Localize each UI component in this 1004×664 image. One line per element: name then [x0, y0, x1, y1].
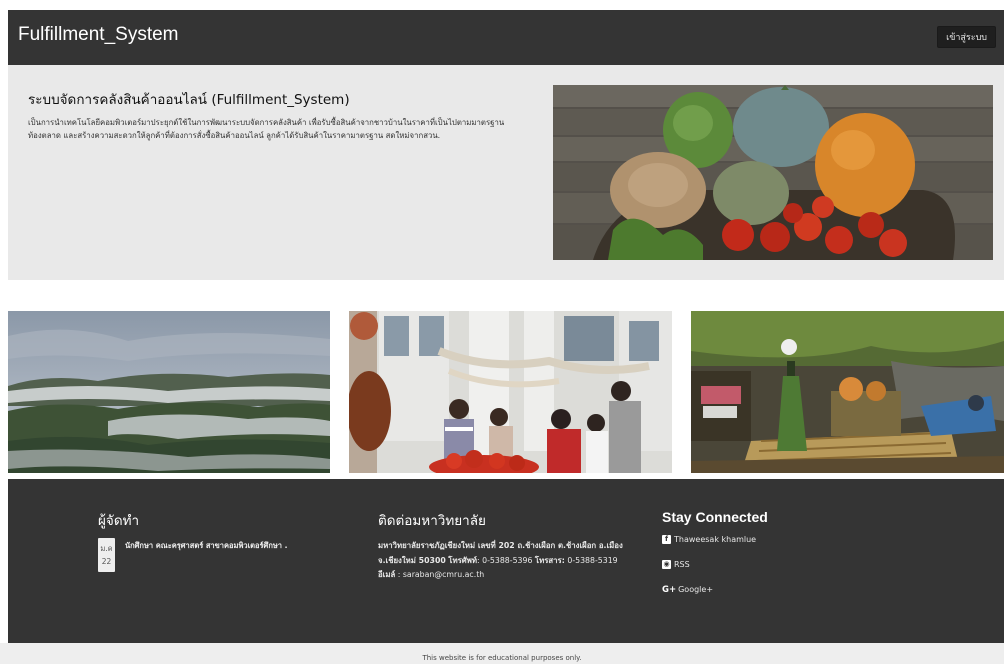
- date-badge: ม.ค 22: [98, 538, 115, 572]
- facebook-icon: f: [662, 535, 671, 544]
- footer-author-column: ผู้จัดทำ ม.ค 22 นักศึกษา คณะครุศาสตร์ สา…: [98, 509, 348, 572]
- brand-title[interactable]: Fulfillment_System: [18, 24, 179, 46]
- hero-title: ระบบจัดการคลังสินค้าออนไลน์ (Fulfillment…: [28, 92, 350, 108]
- login-button[interactable]: เข้าสู่ระบบ: [937, 26, 996, 48]
- contact-email: : saraban@cmru.ac.th: [395, 570, 485, 579]
- hero-vegetables-image: [553, 85, 993, 260]
- contact-fax: 0-5388-5319: [564, 555, 618, 565]
- navbar: Fulfillment_System เข้าสู่ระบบ: [8, 10, 1004, 65]
- footer: ผู้จัดทำ ม.ค 22 นักศึกษา คณะครุศาสตร์ สา…: [8, 479, 1004, 643]
- educational-notice: This website is for educational purposes…: [422, 654, 582, 662]
- footer-social-heading: Stay Connected: [662, 509, 768, 525]
- google-plus-link-label: Google+: [678, 585, 714, 594]
- rss-link-label: RSS: [674, 560, 690, 569]
- google-plus-icon: G+: [662, 584, 677, 595]
- facebook-link-label: Thaweesak khamlue: [674, 535, 757, 544]
- footer-author-heading: ผู้จัดทำ: [98, 513, 140, 529]
- bottom-bar: This website is for educational purposes…: [0, 643, 1004, 664]
- gallery-image-ceremony: [691, 311, 1004, 473]
- footer-contact-heading: ติดต่อมหาวิทยาลัย: [378, 513, 486, 529]
- author-description[interactable]: นักศึกษา คณะครุศาสตร์ สาขาคอมพิวเตอร์ศึก…: [125, 540, 345, 551]
- date-day: 22: [101, 557, 112, 566]
- contact-phone-label: โทรศัพท์: [448, 555, 478, 565]
- rss-link[interactable]: ◉ RSS: [662, 559, 862, 570]
- date-month: ม.ค: [100, 544, 113, 553]
- rss-icon: ◉: [662, 560, 671, 569]
- footer-social-column: Stay Connected f Thaweesak khamlue ◉ RSS…: [662, 509, 862, 609]
- google-plus-link[interactable]: G+ Google+: [662, 584, 862, 595]
- gallery-image-mountains: [8, 311, 330, 473]
- hero-description: เป็นการนำเทคโนโลยีคอมพิวเตอร์มาประยุกต์ใ…: [28, 118, 505, 140]
- gallery-image-market: [349, 311, 672, 473]
- contact-email-label: อีเมล์: [378, 570, 396, 579]
- facebook-link[interactable]: f Thaweesak khamlue: [662, 534, 862, 545]
- contact-info: มหาวิทยาลัยราชภัฏเชียงใหม่ เลขที่ 202 ถ.…: [378, 539, 628, 583]
- contact-phone: : 0-5388-5396: [477, 555, 533, 565]
- hero-section: ระบบจัดการคลังสินค้าออนไลน์ (Fulfillment…: [8, 65, 1004, 280]
- footer-contact-column: ติดต่อมหาวิทยาลัย มหาวิทยาลัยราชภัฏเชียง…: [378, 509, 628, 583]
- contact-fax-label: โทรสาร:: [534, 555, 565, 565]
